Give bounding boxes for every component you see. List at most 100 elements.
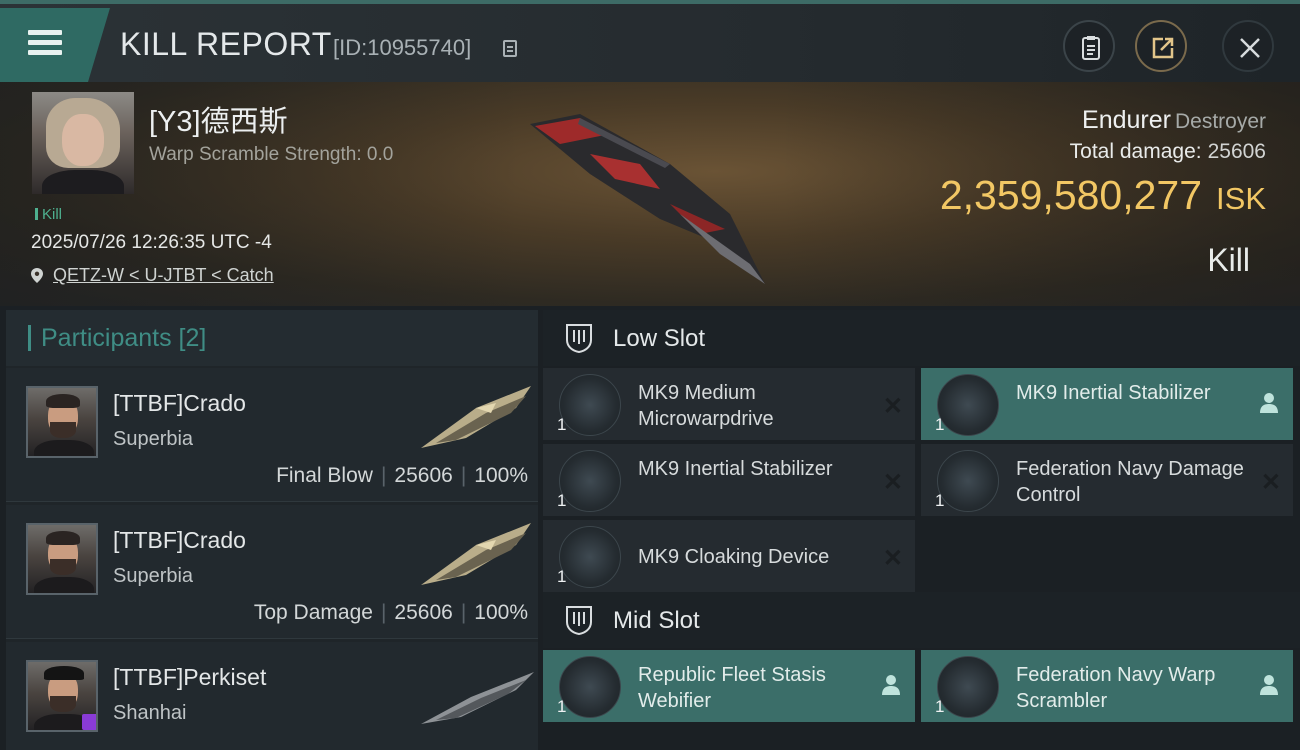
destroyed-icon: ✕ bbox=[882, 393, 903, 420]
total-damage-value: 25606 bbox=[1207, 140, 1266, 163]
cloaking-device-icon bbox=[559, 526, 621, 588]
location-text: QETZ-W < U-JTBT < Catch bbox=[53, 265, 274, 285]
module-quantity: 1 bbox=[935, 491, 945, 510]
module-quantity: 1 bbox=[557, 567, 567, 586]
participant-row[interactable]: [TTBF]Perkiset Shanhai bbox=[6, 642, 538, 750]
module-name: Federation Navy Damage Control bbox=[1016, 458, 1244, 506]
participant-avatar[interactable] bbox=[26, 523, 98, 595]
participant-row[interactable]: [TTBF]Crado Superbia Top Damage | 25606 | 10… bbox=[6, 505, 538, 639]
participants-panel: Participants [2] [TTBF]Crado Superbia Fi… bbox=[6, 310, 538, 750]
low-slot-header: Low Slot bbox=[543, 310, 1300, 366]
isk-unit: ISK bbox=[1216, 181, 1266, 216]
module-quantity: 1 bbox=[557, 415, 567, 434]
avatar-beard bbox=[50, 696, 76, 712]
clipboard-button[interactable] bbox=[1063, 20, 1115, 72]
participant-row[interactable]: [TTBF]Crado Superbia Final Blow | 25606 | 10… bbox=[6, 368, 538, 502]
menu-icon-bar bbox=[28, 40, 62, 45]
module-item[interactable]: 1 MK9 Inertial Stabilizer bbox=[921, 368, 1293, 440]
menu-button[interactable] bbox=[0, 8, 110, 82]
mid-slot-header: Mid Slot bbox=[543, 592, 1300, 648]
participant-ship-image bbox=[421, 523, 531, 585]
copy-icon[interactable] bbox=[503, 40, 517, 57]
avatar-cap bbox=[44, 666, 84, 680]
module-quantity: 1 bbox=[935, 415, 945, 434]
participant-ship: Shanhai bbox=[113, 702, 187, 724]
victim-name: [Y3]德西斯 bbox=[149, 106, 288, 138]
menu-icon-bar bbox=[28, 50, 62, 55]
module-quantity: 1 bbox=[935, 697, 945, 716]
kill-tag: Kill bbox=[35, 206, 62, 223]
module-item[interactable]: 1 MK9 Cloaking Device ✕ bbox=[543, 520, 915, 592]
microwarpdrive-icon bbox=[559, 374, 621, 436]
stats-separator: | bbox=[380, 464, 387, 487]
victim-ship-image bbox=[530, 114, 765, 284]
top-bar: KILL REPORT [ID:10955740] bbox=[0, 0, 1300, 82]
module-item[interactable]: 1 MK9 Inertial Stabilizer ✕ bbox=[543, 444, 915, 516]
module-name: MK9 Inertial Stabilizer bbox=[638, 458, 833, 480]
participant-damage: 25606 bbox=[394, 464, 453, 487]
share-button[interactable] bbox=[1135, 20, 1187, 72]
participant-name: [TTBF]Crado bbox=[113, 527, 246, 553]
warp-scrambler-icon bbox=[937, 656, 999, 718]
participants-title: Participants [2] bbox=[41, 324, 207, 352]
participant-role: Final Blow bbox=[276, 464, 373, 487]
module-quantity: 1 bbox=[557, 491, 567, 510]
participant-name: [TTBF]Crado bbox=[113, 390, 246, 416]
mid-slot-title: Mid Slot bbox=[613, 607, 700, 634]
menu-icon bbox=[28, 30, 62, 35]
participant-stats: Final Blow | 25606 | 100% bbox=[276, 464, 528, 488]
destroyed-icon: ✕ bbox=[882, 545, 903, 572]
inertial-stabilizer-icon bbox=[937, 374, 999, 436]
participant-ship-image bbox=[421, 672, 534, 724]
clipboard-icon bbox=[1082, 36, 1100, 60]
participant-percent: 100% bbox=[474, 464, 528, 487]
location-link[interactable]: QETZ-W < U-JTBT < Catch bbox=[31, 265, 274, 286]
avatar-body bbox=[34, 577, 94, 593]
total-damage: Total damage: 25606 bbox=[1070, 140, 1266, 164]
stats-separator: | bbox=[380, 601, 387, 624]
victim-avatar[interactable] bbox=[32, 92, 134, 194]
participant-ship: Superbia bbox=[113, 565, 194, 587]
participant-ship-image bbox=[421, 386, 531, 448]
ship-type: Endurer Destroyer bbox=[1082, 106, 1266, 135]
module-name: Federation Navy Warp Scrambler bbox=[1016, 664, 1216, 712]
close-icon bbox=[1240, 38, 1260, 58]
module-item[interactable]: 1 MK9 Medium Microwarpdrive ✕ bbox=[543, 368, 915, 440]
ship-class: Destroyer bbox=[1174, 110, 1266, 133]
stats-separator: | bbox=[460, 464, 467, 487]
destroyed-icon: ✕ bbox=[882, 469, 903, 496]
isk-amount: 2,359,580,277 bbox=[939, 172, 1203, 218]
participant-ship: Superbia bbox=[113, 428, 194, 450]
destroyed-icon: ✕ bbox=[1260, 469, 1281, 496]
avatar-beard bbox=[50, 559, 76, 575]
isk-value: 2,359,580,277 ISK bbox=[940, 172, 1266, 219]
participant-stats: Top Damage | 25606 | 100% bbox=[254, 601, 528, 625]
dropped-pilot-icon bbox=[1260, 393, 1278, 413]
module-item[interactable]: 1 Federation Navy Warp Scrambler bbox=[921, 650, 1293, 722]
module-name: Republic Fleet Stasis Webifier bbox=[638, 664, 826, 712]
page-title: KILL REPORT bbox=[120, 26, 332, 62]
dropped-pilot-icon bbox=[1260, 675, 1278, 695]
module-item[interactable]: 1 Republic Fleet Stasis Webifier bbox=[543, 650, 915, 722]
kill-id: [ID:10955740] bbox=[333, 35, 472, 60]
participant-avatar[interactable] bbox=[26, 386, 98, 458]
participants-header: Participants [2] bbox=[6, 310, 538, 366]
share-icon bbox=[1152, 37, 1174, 59]
ship-name: Endurer bbox=[1082, 106, 1171, 134]
module-name: MK9 Inertial Stabilizer bbox=[1016, 382, 1211, 404]
low-slot-title: Low Slot bbox=[613, 325, 706, 352]
victim-banner: [Y3]德西斯 Warp Scramble Strength: 0.0 Kill… bbox=[0, 82, 1300, 306]
result-label: Kill bbox=[1207, 242, 1250, 278]
header-accent bbox=[28, 325, 31, 351]
dropped-pilot-icon bbox=[882, 675, 900, 695]
module-item[interactable]: 1 Federation Navy Damage Control ✕ bbox=[921, 444, 1293, 516]
mid-slot-icon bbox=[566, 606, 592, 636]
low-slot-icon bbox=[566, 324, 592, 354]
close-button[interactable] bbox=[1222, 20, 1274, 72]
role-badge-icon bbox=[82, 714, 96, 730]
participant-avatar[interactable] bbox=[26, 660, 98, 732]
participant-role: Top Damage bbox=[253, 601, 373, 624]
avatar-hair bbox=[46, 394, 80, 408]
stasis-webifier-icon bbox=[559, 656, 621, 718]
inertial-stabilizer-icon bbox=[559, 450, 621, 512]
